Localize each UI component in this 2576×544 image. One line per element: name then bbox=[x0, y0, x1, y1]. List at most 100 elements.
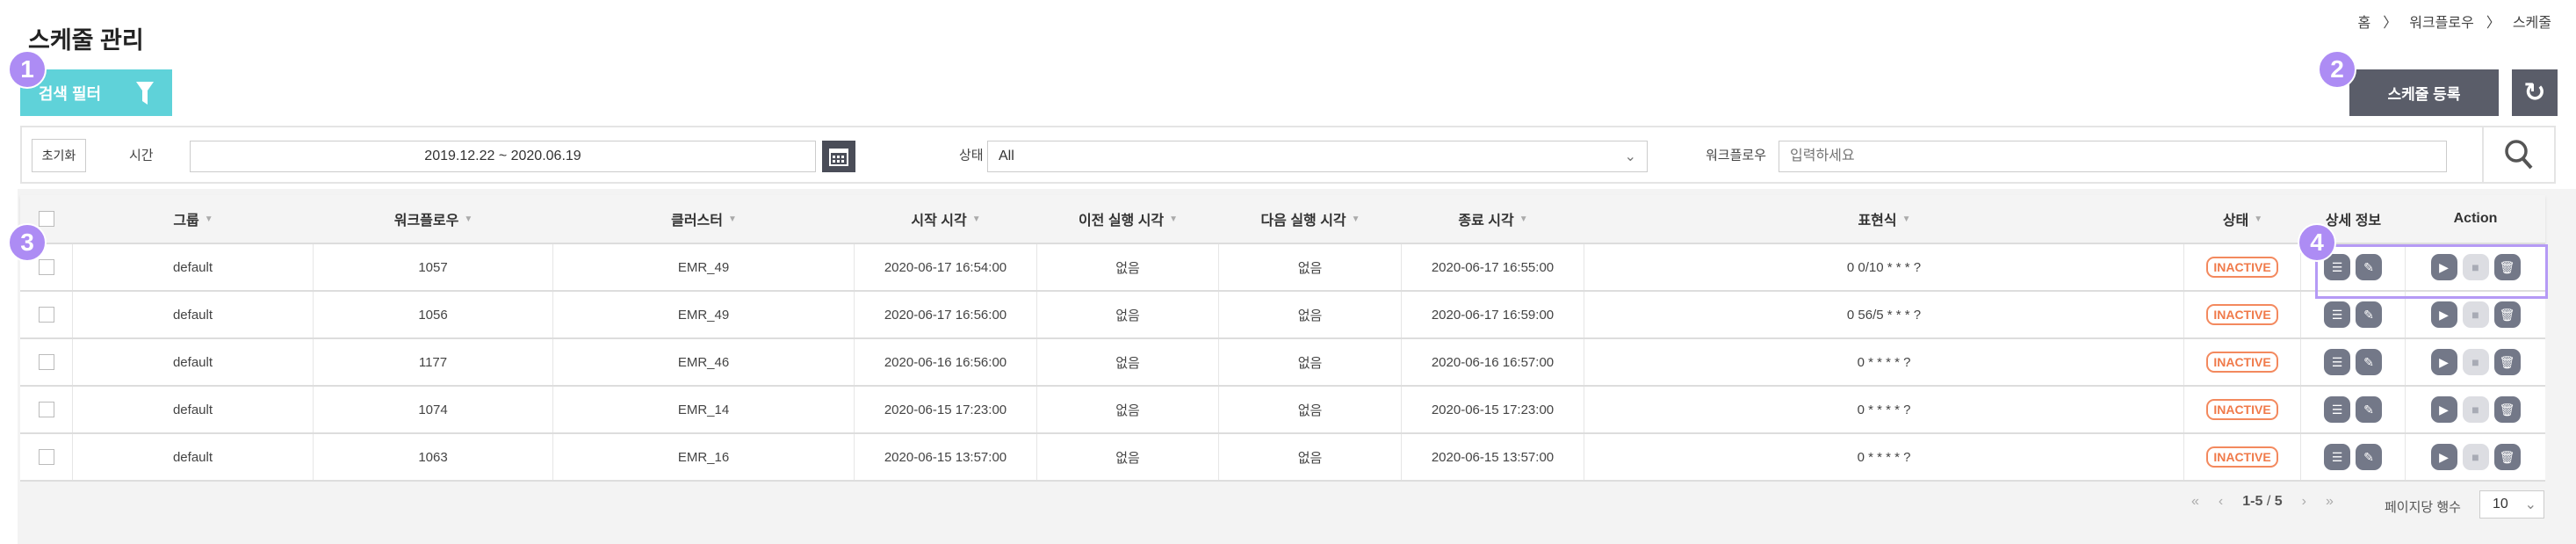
sort-icon: ▼ bbox=[464, 214, 473, 224]
cell-workflow: 1056 bbox=[314, 292, 553, 337]
table-row: default 1063 EMR_16 2020-06-15 13:57:00 없음 없음… bbox=[20, 434, 2545, 482]
row-checkbox[interactable] bbox=[38, 307, 54, 323]
date-range-input[interactable]: 2019.12.22 ~ 2020.06.19 bbox=[190, 141, 816, 172]
cell-value: 없음 bbox=[1115, 260, 1140, 276]
refresh-button[interactable]: ↻ bbox=[2512, 69, 2558, 116]
delete-button[interactable]: 🗑 bbox=[2493, 444, 2521, 470]
schedule-table: 그룹 ▼ 워크플로우 ▼ 클러스터 ▼ 시작 시각 ▼ 이전 실행 시각 ▼ 다음 실행 시각 ▼ 종료… bbox=[20, 195, 2545, 482]
last-page-icon[interactable]: » bbox=[2326, 494, 2334, 510]
header-expression[interactable]: 표현식 ▼ bbox=[1584, 195, 2184, 243]
trash-icon: 🗑 bbox=[2499, 402, 2515, 417]
search-button[interactable] bbox=[2482, 127, 2554, 182]
cell-value: 없음 bbox=[1297, 450, 1323, 466]
header-prev-run[interactable]: 이전 실행 시각 ▼ bbox=[1037, 195, 1219, 243]
cell-start-time: 2020-06-17 16:56:00 bbox=[855, 292, 1037, 337]
register-schedule-button[interactable]: 스케줄 등록 bbox=[2349, 69, 2499, 116]
detail-view-button[interactable]: ☰ bbox=[2324, 301, 2350, 328]
calendar-icon bbox=[829, 149, 848, 166]
cell-value: 0 * * * * ? bbox=[1857, 354, 1911, 370]
cell-prev-run: 없음 bbox=[1037, 292, 1219, 337]
list-icon: ☰ bbox=[2331, 354, 2343, 369]
edit-button[interactable]: ✎ bbox=[2356, 301, 2382, 328]
header-action: Action bbox=[2406, 195, 2545, 243]
cell-value: 0 * * * * ? bbox=[1857, 402, 1911, 417]
next-page-icon[interactable]: › bbox=[2302, 494, 2306, 510]
cell-action: ▶ ■ 🗑 bbox=[2406, 434, 2545, 480]
annotation-badge-2: 2 bbox=[2318, 50, 2356, 89]
cell-value: 2020-06-15 17:23:00 bbox=[1431, 402, 1555, 417]
detail-view-button[interactable]: ☰ bbox=[2324, 444, 2350, 470]
cell-value: 2020-06-15 13:57:00 bbox=[1431, 449, 1555, 465]
calendar-button[interactable] bbox=[822, 141, 855, 172]
workflow-label: 워크플로우 bbox=[1706, 148, 1767, 163]
row-checkbox[interactable] bbox=[38, 402, 54, 417]
filter-icon bbox=[136, 81, 155, 105]
edit-icon: ✎ bbox=[2363, 354, 2374, 369]
cell-next-run: 없음 bbox=[1219, 244, 1402, 290]
checkbox-cell bbox=[20, 339, 73, 385]
header-label: 시작 시각 bbox=[911, 214, 967, 228]
annotation-badge-3: 3 bbox=[8, 223, 47, 262]
chevron-down-icon: ⌄ bbox=[2524, 497, 2536, 512]
delete-button[interactable]: 🗑 bbox=[2493, 349, 2521, 375]
workflow-input[interactable] bbox=[1779, 141, 2447, 172]
list-icon: ☰ bbox=[2331, 449, 2343, 464]
checkbox-cell bbox=[20, 292, 73, 337]
detail-view-button[interactable]: ☰ bbox=[2324, 396, 2350, 423]
cell-workflow: 1074 bbox=[314, 387, 553, 432]
edit-button[interactable]: ✎ bbox=[2356, 444, 2382, 470]
table-row: default 1057 EMR_49 2020-06-17 16:54:00 없음 없음… bbox=[20, 244, 2545, 292]
cell-value: 2020-06-16 16:57:00 bbox=[1431, 354, 1555, 370]
play-button[interactable]: ▶ bbox=[2430, 444, 2457, 470]
header-end-time[interactable]: 종료 시각 ▼ bbox=[1402, 195, 1584, 243]
sort-icon: ▼ bbox=[2254, 214, 2263, 224]
play-button[interactable]: ▶ bbox=[2430, 396, 2457, 423]
play-button[interactable]: ▶ bbox=[2430, 349, 2457, 375]
cell-value: default bbox=[172, 354, 213, 370]
play-icon: ▶ bbox=[2439, 307, 2449, 322]
cell-value: default bbox=[172, 307, 213, 323]
stop-button[interactable]: ■ bbox=[2462, 349, 2489, 375]
sort-icon: ▼ bbox=[204, 214, 213, 224]
cell-start-time: 2020-06-16 16:56:00 bbox=[855, 339, 1037, 385]
detail-view-button[interactable]: ☰ bbox=[2324, 349, 2350, 375]
header-group[interactable]: 그룹 ▼ bbox=[73, 195, 314, 243]
first-page-icon[interactable]: « bbox=[2191, 494, 2199, 510]
select-all-checkbox[interactable] bbox=[39, 211, 54, 227]
cell-value: 0 56/5 * * * ? bbox=[1846, 307, 1922, 323]
cell-status: INACTIVE bbox=[2184, 339, 2301, 385]
header-workflow[interactable]: 워크플로우 ▼ bbox=[314, 195, 553, 243]
checkbox-cell bbox=[20, 434, 73, 480]
row-checkbox[interactable] bbox=[38, 354, 54, 370]
cell-next-run: 없음 bbox=[1219, 434, 1402, 480]
row-checkbox[interactable] bbox=[38, 449, 54, 465]
header-label: Action bbox=[2453, 211, 2498, 226]
breadcrumb-workflow[interactable]: 워크플로우 bbox=[2409, 11, 2474, 32]
rows-per-page-select[interactable]: 10 ⌄ bbox=[2479, 490, 2544, 519]
edit-button[interactable]: ✎ bbox=[2356, 349, 2382, 375]
stop-button[interactable]: ■ bbox=[2462, 444, 2489, 470]
play-button[interactable]: ▶ bbox=[2430, 301, 2457, 328]
cell-value: EMR_14 bbox=[677, 402, 730, 417]
row-checkbox[interactable] bbox=[38, 259, 54, 275]
header-next-run[interactable]: 다음 실행 시각 ▼ bbox=[1219, 195, 1402, 243]
annotation-badge-1: 1 bbox=[8, 50, 47, 89]
cell-expression: 0 * * * * ? bbox=[1584, 434, 2184, 480]
header-start-time[interactable]: 시작 시각 ▼ bbox=[855, 195, 1037, 243]
cell-expression: 0 * * * * ? bbox=[1584, 387, 2184, 432]
delete-button[interactable]: 🗑 bbox=[2493, 301, 2521, 328]
status-select[interactable]: All ⌄ bbox=[987, 141, 1648, 172]
stop-button[interactable]: ■ bbox=[2462, 396, 2489, 423]
reset-button[interactable]: 초기화 bbox=[32, 139, 86, 172]
stop-button[interactable]: ■ bbox=[2462, 301, 2489, 328]
cell-workflow: 1177 bbox=[314, 339, 553, 385]
header-status[interactable]: 상태 ▼ bbox=[2184, 195, 2301, 243]
delete-button[interactable]: 🗑 bbox=[2493, 396, 2521, 423]
cell-workflow: 1063 bbox=[314, 434, 553, 480]
header-cluster[interactable]: 클러스터 ▼ bbox=[553, 195, 855, 243]
edit-button[interactable]: ✎ bbox=[2356, 396, 2382, 423]
sort-icon: ▼ bbox=[971, 214, 981, 224]
prev-page-icon[interactable]: ‹ bbox=[2219, 494, 2223, 510]
checkbox-cell bbox=[20, 387, 73, 432]
breadcrumb-home[interactable]: 홈 bbox=[2357, 11, 2370, 32]
